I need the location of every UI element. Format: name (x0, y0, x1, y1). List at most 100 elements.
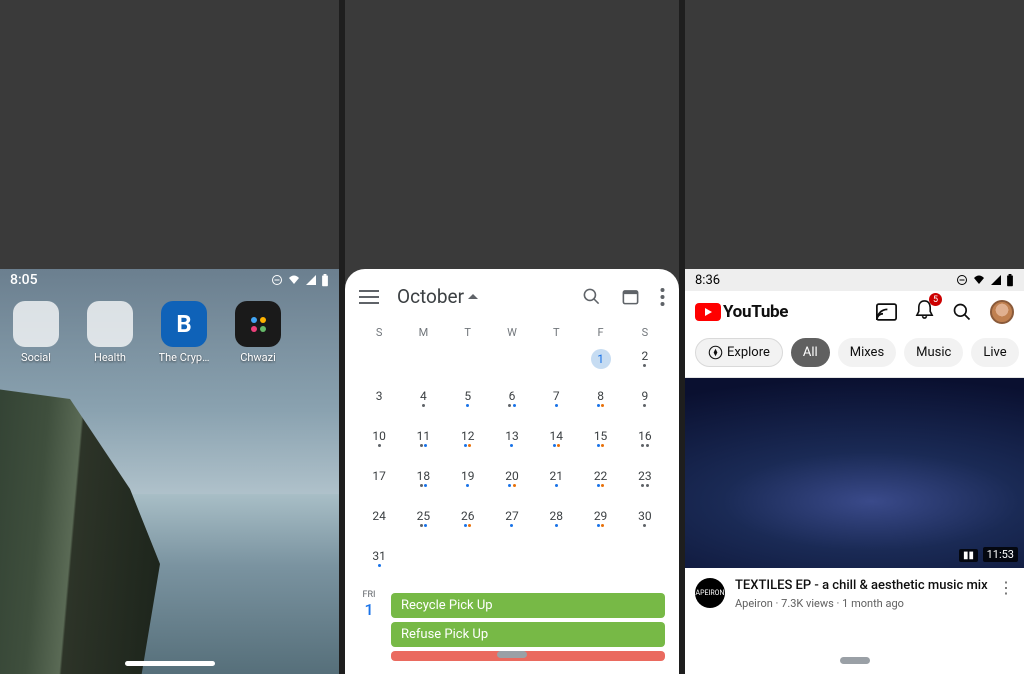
day-cell[interactable]: 11 (401, 429, 445, 457)
day-cell[interactable]: 30 (623, 509, 667, 537)
day-cell[interactable]: 16 (623, 429, 667, 457)
gesture-pill[interactable] (840, 657, 870, 664)
day-cell (623, 549, 667, 577)
day-cell[interactable]: 23 (623, 469, 667, 497)
wifi-icon (287, 274, 301, 286)
day-cell[interactable]: 31 (357, 549, 401, 577)
day-cell[interactable]: 20 (490, 469, 534, 497)
youtube-play-icon (695, 303, 721, 321)
day-cell[interactable]: 15 (578, 429, 622, 457)
day-cell[interactable]: 18 (401, 469, 445, 497)
event-date-label: FRI 1 (347, 591, 391, 665)
more-vert-icon[interactable] (660, 288, 665, 306)
calendar-grid: 1234567891011121314151617181920212223242… (345, 343, 679, 583)
status-icons (271, 274, 329, 287)
app-crypto[interactable]: B The Cryp… (154, 301, 214, 364)
gesture-pill[interactable] (497, 651, 527, 658)
day-cell[interactable]: 29 (578, 509, 622, 537)
day-cell[interactable]: 19 (446, 469, 490, 497)
event-day: 1 (347, 601, 391, 619)
week-row: 12 (345, 343, 679, 383)
filter-chip[interactable]: Explore (695, 338, 783, 367)
signal-icon (990, 274, 1002, 286)
video-subtitle: Apeiron · 7.3K views · 1 month ago (735, 597, 988, 610)
day-cell[interactable]: 12 (446, 429, 490, 457)
gesture-pill[interactable] (125, 661, 215, 666)
chip-bar[interactable]: ExploreAllMixesMusicLiveC (685, 332, 1024, 378)
video-thumbnail: ▮▮ 11:53 (685, 378, 1024, 568)
weekday: S (357, 326, 401, 339)
video-card[interactable]: ▮▮ 11:53 APEIRON TEXTILES EP - a chill &… (685, 378, 1024, 618)
recents-card-youtube[interactable]: 8:36 YouTube 5 Explo (685, 269, 1024, 674)
recents-card-home[interactable]: 8:05 Social Health (0, 269, 339, 674)
filter-chip[interactable]: Mixes (838, 338, 896, 367)
filter-chip[interactable]: Live (971, 338, 1018, 367)
video-meta: APEIRON TEXTILES EP - a chill & aestheti… (685, 568, 1024, 618)
week-row: 10111213141516 (345, 423, 679, 463)
week-row: 31 (345, 543, 679, 583)
event-item[interactable]: Refuse Pick Up (391, 622, 665, 647)
calendar-app: October SMTWTFS 123456789101112131415161… (345, 269, 679, 674)
quality-icon: ▮▮ (959, 549, 978, 562)
weekday: M (401, 326, 445, 339)
caret-up-icon (468, 293, 478, 300)
compass-icon (708, 345, 723, 360)
day-cell[interactable]: 26 (446, 509, 490, 537)
day-cell[interactable]: 25 (401, 509, 445, 537)
event-col: Recycle Pick Up Refuse Pick Up (391, 591, 671, 665)
filter-chip[interactable]: All (791, 338, 830, 367)
event-item[interactable] (391, 651, 665, 661)
avatar[interactable] (990, 300, 1014, 324)
youtube-logo[interactable]: YouTube (695, 302, 788, 322)
search-icon[interactable] (582, 287, 601, 306)
cast-icon[interactable] (876, 303, 897, 321)
day-cell[interactable]: 4 (401, 389, 445, 417)
day-cell[interactable]: 2 (623, 349, 667, 377)
day-cell[interactable]: 9 (623, 389, 667, 417)
day-cell (490, 349, 534, 377)
notifications-button[interactable]: 5 (915, 299, 934, 324)
day-cell[interactable]: 28 (534, 509, 578, 537)
day-cell[interactable]: 6 (490, 389, 534, 417)
day-cell[interactable]: 13 (490, 429, 534, 457)
search-icon[interactable] (952, 302, 972, 322)
clock: 8:05 (10, 272, 38, 288)
day-cell[interactable]: 21 (534, 469, 578, 497)
day-cell[interactable]: 3 (357, 389, 401, 417)
weekday: T (534, 326, 578, 339)
filter-chip[interactable]: Music (904, 338, 963, 367)
day-cell[interactable]: 14 (534, 429, 578, 457)
month-label: October (397, 285, 464, 308)
month-picker[interactable]: October (397, 285, 478, 308)
day-cell[interactable]: 5 (446, 389, 490, 417)
app-chwazi[interactable]: Chwazi (228, 301, 288, 364)
wifi-icon (972, 274, 986, 286)
status-bar: 8:36 (685, 269, 1024, 291)
notif-badge: 5 (929, 293, 942, 306)
weekday: W (490, 326, 534, 339)
day-cell[interactable]: 22 (578, 469, 622, 497)
day-cell[interactable]: 8 (578, 389, 622, 417)
day-cell (446, 549, 490, 577)
day-cell[interactable]: 24 (357, 509, 401, 537)
event-item[interactable]: Recycle Pick Up (391, 593, 665, 618)
day-cell[interactable]: 27 (490, 509, 534, 537)
recents-card-calendar[interactable]: October SMTWTFS 123456789101112131415161… (345, 269, 679, 674)
today-icon[interactable] (621, 287, 640, 306)
folder-social[interactable]: Social (6, 301, 66, 364)
day-cell (401, 549, 445, 577)
day-cell[interactable]: 10 (357, 429, 401, 457)
channel-avatar[interactable]: APEIRON (695, 578, 725, 608)
more-vert-icon[interactable]: ⋮ (998, 578, 1014, 610)
day-cell[interactable]: 17 (357, 469, 401, 497)
day-cell[interactable]: 7 (534, 389, 578, 417)
day-cell (490, 549, 534, 577)
folder-health[interactable]: Health (80, 301, 140, 364)
bitcoin-icon: B (161, 301, 207, 347)
hamburger-icon[interactable] (359, 290, 379, 304)
day-cell[interactable]: 1 (578, 349, 622, 377)
weekday-header: SMTWTFS (345, 318, 679, 343)
status-icons (956, 274, 1014, 287)
day-cell (357, 349, 401, 377)
status-bar: 8:05 (0, 269, 339, 291)
